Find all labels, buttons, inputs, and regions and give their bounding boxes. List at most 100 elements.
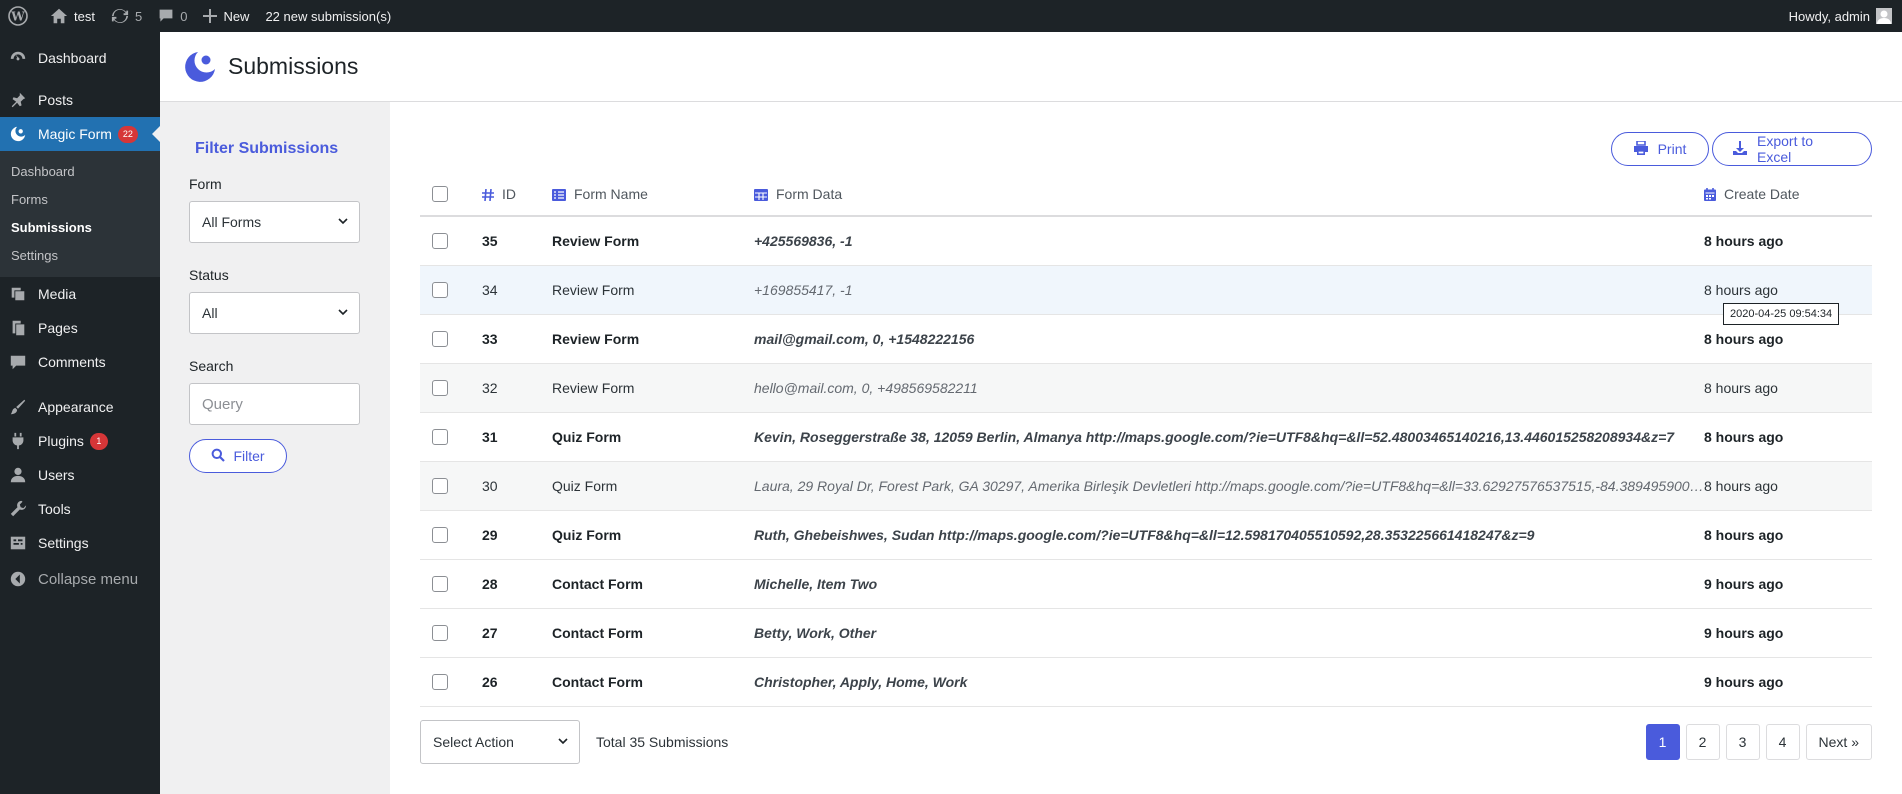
total-submissions: Total 35 Submissions [596, 734, 729, 750]
menu-label: Appearance [38, 399, 114, 415]
menu-label: Tools [38, 501, 71, 517]
row-checkbox[interactable] [432, 429, 448, 446]
table-row[interactable]: 29 Quiz Form Ruth, Ghebeishwes, Sudan ht… [420, 510, 1872, 560]
submenu-submissions[interactable]: Submissions [0, 214, 160, 242]
next-page-button[interactable]: Next » [1805, 724, 1872, 760]
cell-id: 28 [482, 559, 552, 609]
magic-form-logo-icon [185, 51, 215, 82]
menu-magic-form[interactable]: Magic Form 22 [0, 117, 160, 151]
table-row[interactable]: 34 Review Form +169855417, -1 8 hours ag… [420, 265, 1872, 315]
page-4-button[interactable]: 4 [1765, 724, 1800, 760]
table-row[interactable]: 35 Review Form +425569836, -1 8 hours ag… [420, 216, 1872, 266]
collapse-label: Collapse menu [38, 570, 139, 588]
row-checkbox[interactable] [432, 674, 448, 691]
plus-icon [203, 9, 218, 23]
form-select-value: All Forms [202, 214, 262, 230]
menu-label: Comments [38, 354, 106, 370]
row-checkbox[interactable] [432, 576, 448, 593]
date-tooltip: 2020-04-25 09:54:34 [1723, 303, 1840, 325]
cell-create-date: 8 hours ago [1704, 461, 1872, 511]
pin-icon [8, 90, 28, 110]
filter-panel: Filter Submissions Form All Forms Status… [160, 102, 390, 794]
filter-heading: Filter Submissions [195, 140, 339, 157]
menu-label: Media [38, 286, 77, 302]
menu-settings[interactable]: Settings [0, 526, 160, 560]
site-name-link[interactable]: test [42, 0, 103, 32]
column-form-name[interactable]: Form Name [552, 172, 754, 217]
menu-comments[interactable]: Comments [0, 345, 160, 379]
cell-form-name: Review Form [552, 314, 754, 364]
comments-count: 0 [180, 8, 188, 24]
submenu-forms[interactable]: Forms [0, 186, 160, 214]
comment-icon [8, 352, 28, 372]
column-label: ID [502, 185, 516, 202]
status-label: Status [189, 267, 229, 283]
new-content-link[interactable]: New [195, 0, 257, 32]
select-all-checkbox[interactable] [432, 186, 448, 203]
form-label: Form [189, 176, 222, 192]
wordpress-logo-icon: W [8, 6, 28, 26]
print-button[interactable]: Print [1611, 132, 1709, 166]
search-input[interactable]: Query [189, 383, 360, 425]
menu-appearance[interactable]: Appearance [0, 390, 160, 424]
table-row[interactable]: 28 Contact Form Michelle, Item Two 9 hou… [420, 559, 1872, 609]
user-icon [8, 465, 28, 485]
column-id[interactable]: ID [482, 172, 552, 217]
menu-plugins[interactable]: Plugins 1 [0, 424, 160, 458]
new-submissions-link[interactable]: 22 new submission(s) [257, 0, 399, 32]
menu-dashboard[interactable]: Dashboard [0, 41, 160, 75]
media-icon [8, 284, 28, 304]
menu-users[interactable]: Users [0, 458, 160, 492]
row-checkbox[interactable] [432, 380, 448, 397]
submenu-settings[interactable]: Settings [0, 242, 160, 270]
table-row[interactable]: 32 Review Form hello@mail.com, 0, +49856… [420, 363, 1872, 413]
column-form-data[interactable]: Form Data [754, 172, 1704, 217]
updates-link[interactable]: 5 [103, 0, 150, 32]
row-checkbox[interactable] [432, 282, 448, 299]
collapse-menu-button[interactable]: Collapse menu [0, 562, 160, 596]
menu-pages[interactable]: Pages [0, 311, 160, 345]
page-2-button[interactable]: 2 [1685, 724, 1720, 760]
page-3-button[interactable]: 3 [1725, 724, 1760, 760]
bulk-action-value: Select Action [433, 734, 514, 750]
table-icon [754, 188, 768, 201]
cell-id: 33 [482, 314, 552, 364]
menu-label: Magic Form [38, 126, 112, 142]
row-checkbox[interactable] [432, 331, 448, 348]
row-checkbox[interactable] [432, 233, 448, 250]
cell-form-data: Ruth, Ghebeishwes, Sudan http://maps.goo… [754, 510, 1704, 560]
table-row[interactable]: 26 Contact Form Christopher, Apply, Home… [420, 657, 1872, 707]
export-excel-button[interactable]: Export to Excel [1712, 132, 1872, 166]
menu-label: Settings [38, 535, 89, 551]
menu-media[interactable]: Media [0, 277, 160, 311]
table-row[interactable]: 33 Review Form mail@gmail.com, 0, +15482… [420, 314, 1872, 364]
cell-form-name: Contact Form [552, 608, 754, 658]
wordpress-logo-button[interactable]: W [0, 0, 42, 32]
cell-id: 34 [482, 265, 552, 315]
brush-icon [8, 397, 28, 417]
filter-button[interactable]: Filter [189, 439, 287, 473]
table-row[interactable]: 27 Contact Form Betty, Work, Other 9 hou… [420, 608, 1872, 658]
row-checkbox[interactable] [432, 527, 448, 544]
calendar-icon [1704, 188, 1716, 202]
menu-tools[interactable]: Tools [0, 492, 160, 526]
table-row[interactable]: 31 Quiz Form Kevin, Roseggerstraße 38, 1… [420, 412, 1872, 462]
status-select[interactable]: All [189, 292, 360, 334]
column-create-date[interactable]: Create Date [1704, 172, 1872, 217]
page-1-button[interactable]: 1 [1645, 724, 1680, 760]
row-checkbox[interactable] [432, 478, 448, 495]
form-select[interactable]: All Forms [189, 201, 360, 243]
page-header: Submissions [160, 32, 1902, 102]
cell-create-date: 9 hours ago [1704, 608, 1872, 658]
menu-label: Plugins [38, 433, 84, 449]
table-row[interactable]: 30 Quiz Form Laura, 29 Royal Dr, Forest … [420, 461, 1872, 511]
updates-count: 5 [134, 8, 143, 24]
bulk-action-select[interactable]: Select Action [420, 720, 580, 764]
menu-posts[interactable]: Posts [0, 83, 160, 117]
my-account-link[interactable]: Howdy, admin [1785, 0, 1896, 32]
comments-link[interactable]: 0 [150, 0, 195, 32]
row-checkbox[interactable] [432, 625, 448, 642]
submenu-dashboard[interactable]: Dashboard [0, 158, 160, 186]
new-submissions-text: 22 new submission(s) [265, 8, 392, 24]
dashboard-icon [8, 48, 28, 68]
